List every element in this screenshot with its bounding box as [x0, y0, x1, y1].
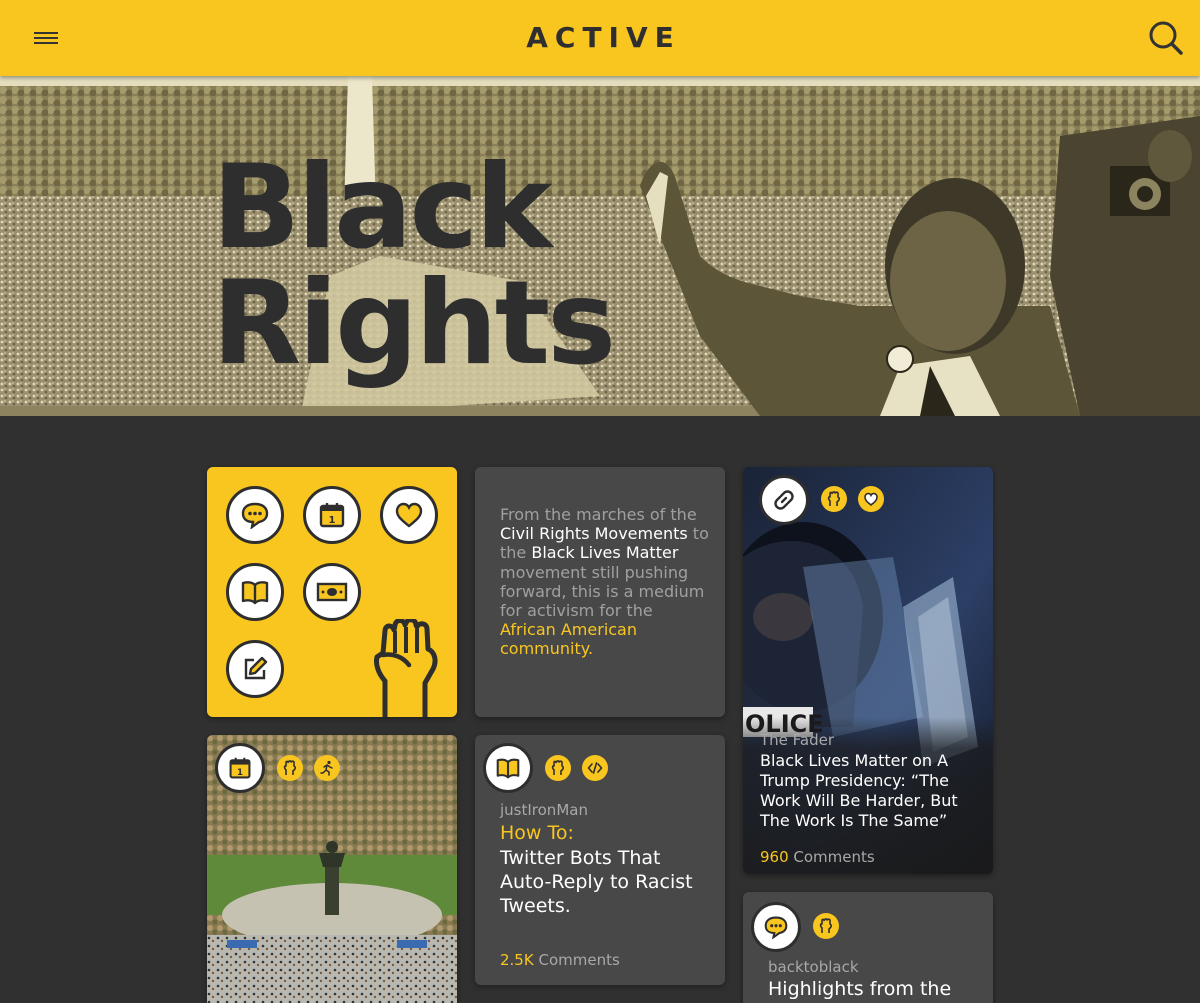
hero-title-line-2: Rights: [212, 256, 616, 391]
article-card-fader[interactable]: OLICE The Fader Black Lives Matter on A …: [743, 467, 993, 874]
article-comments[interactable]: 960 Comments: [760, 848, 875, 866]
raised-fist-icon: [374, 619, 438, 717]
article-card-howto[interactable]: justIronMan How To: Twitter Bots That Au…: [475, 735, 725, 985]
event-card-park[interactable]: 1: [207, 735, 457, 1003]
heart-icon: [858, 486, 884, 512]
intro-highlight-blm: Black Lives Matter: [531, 543, 679, 563]
chat-icon[interactable]: [751, 902, 801, 952]
article-title[interactable]: Black Lives Matter on A Trump Presidency…: [760, 751, 982, 831]
chat-icon[interactable]: [226, 486, 284, 544]
article-kicker: How To:: [500, 822, 574, 844]
article-title[interactable]: Twitter Bots That Auto-Reply to Racist T…: [500, 846, 710, 918]
article-author[interactable]: backtoblack: [768, 958, 859, 976]
svg-text:1: 1: [329, 515, 336, 526]
comment-label: Comments: [533, 951, 620, 969]
intro-highlight-civil-rights: Civil Rights Movements: [500, 524, 688, 544]
intro-highlight-community: African American community.: [500, 620, 637, 659]
heart-icon[interactable]: [380, 486, 438, 544]
fist-icon: [545, 755, 571, 781]
comment-count: 2.5K: [500, 951, 534, 969]
money-icon[interactable]: [303, 563, 361, 621]
intro-text-1: From the marches of the: [500, 505, 697, 524]
article-card-backtoblack[interactable]: backtoblack Highlights from the: [743, 892, 993, 1003]
comment-label: Comments: [788, 848, 875, 866]
svg-text:1: 1: [237, 768, 243, 778]
article-author[interactable]: justIronMan: [500, 801, 588, 819]
link-icon[interactable]: [759, 475, 809, 525]
edit-icon[interactable]: [226, 640, 284, 698]
book-icon[interactable]: [483, 743, 533, 793]
intro-text-3: movement still pushing forward, this is …: [500, 562, 705, 621]
fist-icon: [821, 486, 847, 512]
fist-icon: [813, 913, 839, 939]
intro-card: From the marches of the Civil Rights Mov…: [475, 467, 725, 717]
intro-text: From the marches of the Civil Rights Mov…: [500, 505, 710, 659]
hero-banner: Black Rights: [0, 76, 1200, 416]
fist-icon: [277, 755, 303, 781]
article-title[interactable]: Highlights from the: [768, 978, 951, 1000]
article-comments[interactable]: 2.5K Comments: [500, 951, 620, 969]
top-bar: ACTIVE: [0, 0, 1200, 76]
article-source: The Fader: [760, 731, 835, 749]
book-icon[interactable]: [226, 563, 284, 621]
code-icon: [582, 755, 608, 781]
runner-icon: [314, 755, 340, 781]
calendar-icon[interactable]: 1: [215, 743, 265, 793]
search-icon[interactable]: [1146, 18, 1186, 58]
app-title: ACTIVE: [526, 21, 681, 54]
hero-title-line-1: Black: [212, 140, 552, 275]
calendar-icon[interactable]: 1: [303, 486, 361, 544]
comment-count: 960: [760, 848, 789, 866]
hero-title: Black Rights: [212, 140, 616, 391]
quick-actions-card: 1: [207, 467, 457, 717]
